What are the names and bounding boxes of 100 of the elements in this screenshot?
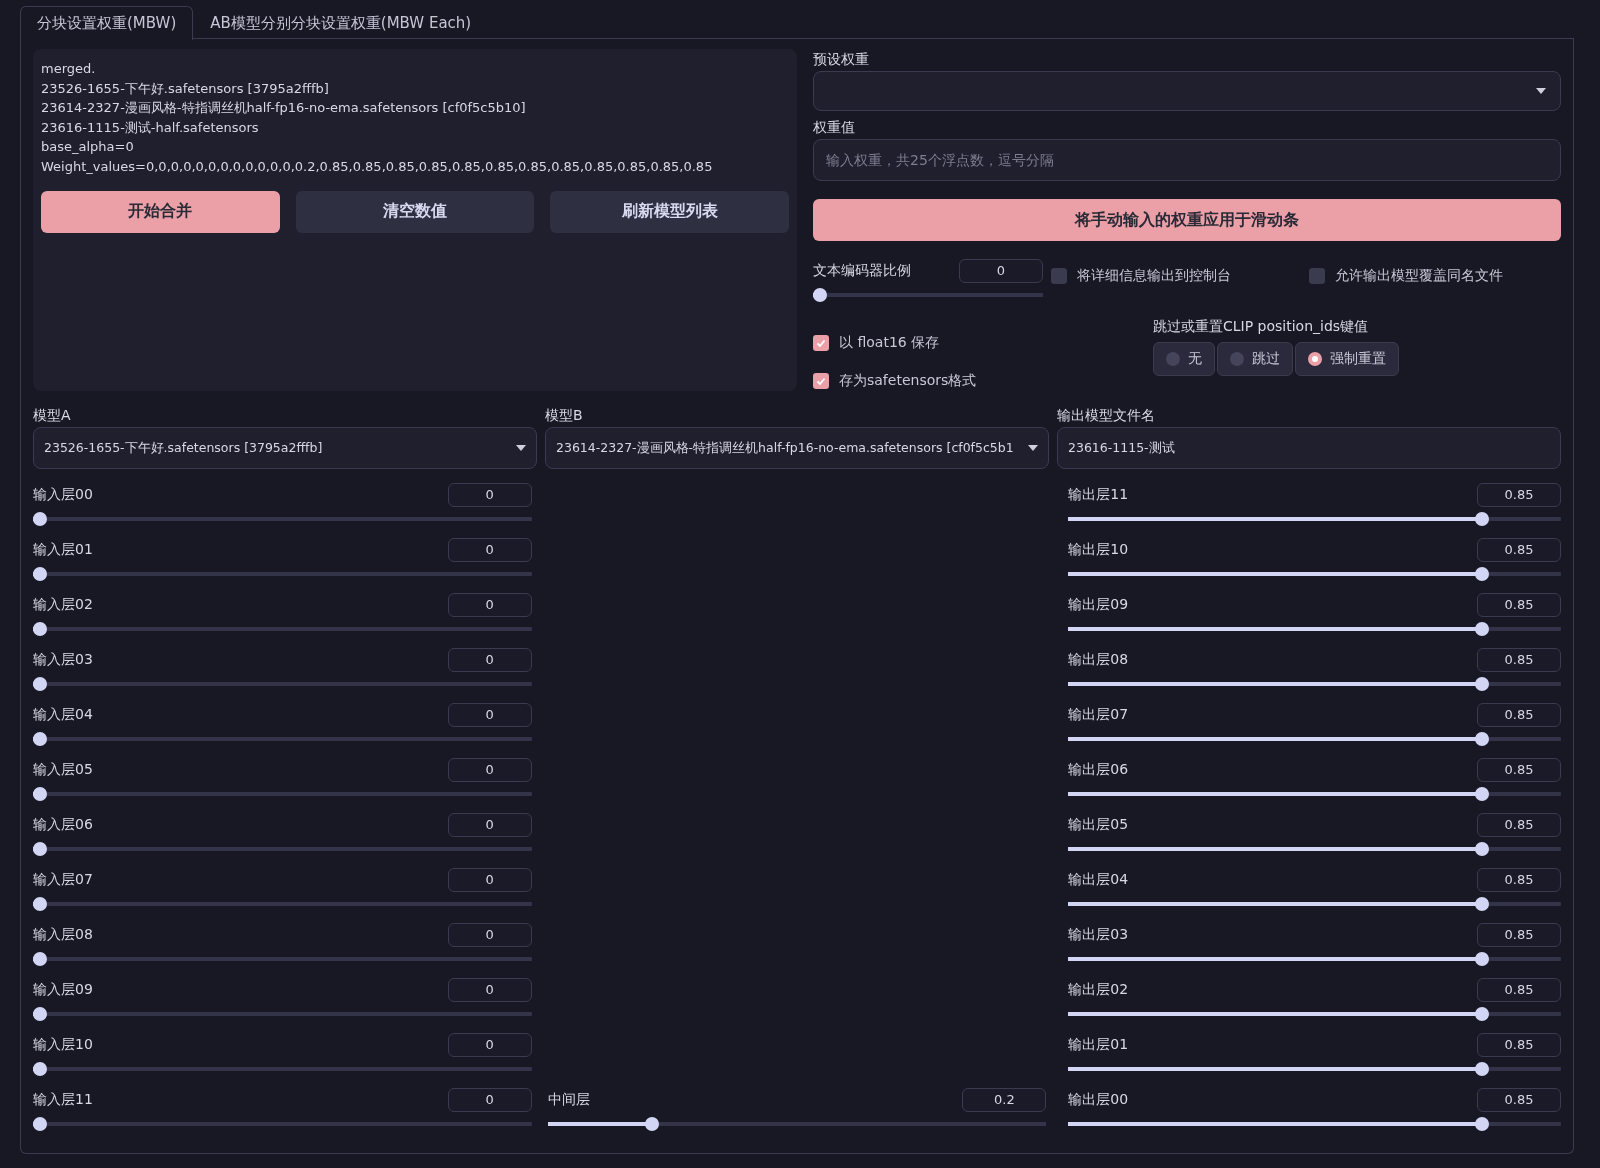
slider-label: 输出层04 [1068, 871, 1129, 889]
slider-thumb[interactable] [1475, 732, 1490, 746]
slider-thumb[interactable] [1475, 842, 1490, 856]
field-label: 模型B [545, 406, 584, 425]
slider-thumb[interactable] [33, 567, 47, 581]
slider-label: 输出层00 [1068, 1091, 1129, 1109]
slider-thumb[interactable] [33, 1062, 47, 1076]
number-field[interactable]: 0.85 [1477, 703, 1561, 727]
checkbox[interactable] [1309, 268, 1325, 284]
number-field[interactable]: 0 [447, 813, 532, 837]
slider-thumb[interactable] [33, 952, 47, 966]
slider-thumb[interactable] [1475, 512, 1490, 526]
checkbox[interactable] [813, 335, 829, 351]
slider-label: 输出层11 [1068, 486, 1129, 504]
slider-label: 输入层00 [33, 486, 93, 504]
weights-input[interactable]: 输入权重，共25个浮点数，逗号分隔 [813, 139, 1561, 181]
number-field[interactable]: 0 [447, 868, 532, 892]
tab[interactable]: 分块设置权重(MBW) [20, 6, 194, 40]
slider-thumb[interactable] [1475, 1007, 1490, 1021]
slider-thumb[interactable] [1475, 1062, 1490, 1076]
model-dropdown[interactable]: 23526-1655-下午好.safetensors [3795a2fffb] [33, 427, 537, 469]
slider-thumb[interactable] [813, 288, 827, 302]
number-field[interactable]: 0 [959, 259, 1043, 283]
slider-thumb[interactable] [33, 842, 47, 856]
slider-label: 输出层08 [1068, 651, 1129, 669]
slider-thumb[interactable] [1475, 622, 1490, 636]
slider-label: 输入层01 [33, 541, 93, 559]
number-field[interactable]: 0 [447, 593, 532, 617]
field-label: 模型A [33, 406, 72, 425]
action-button[interactable]: 刷新模型列表 [550, 190, 789, 233]
number-field[interactable]: 0 [447, 978, 532, 1002]
tab[interactable]: AB模型分别分块设置权重(MBW Each) [193, 6, 489, 38]
slider-label: 输入层10 [33, 1036, 93, 1054]
number-field[interactable]: 0 [447, 538, 532, 562]
number-field[interactable]: 0 [447, 758, 532, 782]
number-field[interactable]: 0.85 [1477, 648, 1561, 672]
action-button[interactable]: 清空数值 [295, 190, 535, 233]
caret-icon [516, 445, 526, 451]
number-field[interactable]: 0 [447, 703, 532, 727]
check-icon [815, 337, 827, 349]
number-field[interactable]: 0.85 [1477, 538, 1561, 562]
radio-option[interactable]: 跳过 [1217, 342, 1293, 376]
number-field[interactable]: 0.85 [1477, 813, 1561, 837]
number-field[interactable]: 0 [447, 923, 532, 947]
slider-label: 输出层10 [1068, 541, 1129, 559]
checkbox[interactable] [813, 373, 829, 389]
radio-option[interactable]: 强制重置 [1295, 342, 1399, 376]
number-field[interactable]: 0 [447, 1033, 532, 1057]
action-button[interactable]: 开始合并 [41, 190, 280, 233]
slider-thumb[interactable] [33, 1007, 47, 1021]
caret-icon [1536, 88, 1546, 94]
number-field[interactable]: 0 [447, 483, 532, 507]
number-field[interactable]: 0.2 [962, 1088, 1047, 1112]
log-line: 23526-1655-下午好.safetensors [3795a2fffb] [41, 79, 330, 98]
slider-thumb[interactable] [33, 512, 47, 526]
slider-thumb[interactable] [644, 1117, 659, 1131]
slider-thumb[interactable] [33, 787, 47, 801]
slider-thumb[interactable] [33, 677, 47, 691]
slider-label: 输出层02 [1068, 981, 1129, 999]
number-field[interactable]: 0.85 [1477, 978, 1561, 1002]
number-field[interactable]: 0 [447, 648, 532, 672]
slider-label: 输出层01 [1068, 1036, 1129, 1054]
radio-group-label: 跳过或重置CLIP position_ids键值 [1153, 318, 1370, 336]
slider-label: 输入层02 [33, 596, 93, 614]
slider-label: 输出层05 [1068, 816, 1129, 834]
slider-thumb[interactable] [1475, 952, 1490, 966]
radio-option[interactable]: 无 [1153, 342, 1215, 376]
slider-thumb[interactable] [1475, 897, 1490, 911]
log-line: Weight_values=0,0,0,0,0,0,0,0,0,0,0,0,0.2,0.85,0.85,0.85,0.85,0.85,0.85,0.85,0.85,0.85,0.85,0.85,0.85 [41, 157, 714, 176]
number-field[interactable]: 0.85 [1477, 868, 1561, 892]
slider-label: 输出层06 [1068, 761, 1129, 779]
number-field[interactable]: 0.85 [1477, 1088, 1561, 1112]
number-field[interactable]: 0.85 [1477, 923, 1561, 947]
number-field[interactable]: 0.85 [1477, 758, 1561, 782]
number-field[interactable]: 0.85 [1477, 1033, 1561, 1057]
field-label: 权重值 [813, 118, 856, 137]
slider-thumb[interactable] [33, 732, 47, 746]
filename-input[interactable]: 23616-1115-测试 [1057, 427, 1561, 469]
slider-label: 输出层03 [1068, 926, 1129, 944]
checkbox-label: 将详细信息输出到控制台 [1077, 267, 1231, 285]
slider-thumb[interactable] [33, 1117, 47, 1131]
slider-thumb[interactable] [1475, 787, 1490, 801]
model-dropdown[interactable]: 23614-2327-漫画风格-特指调丝机half-fp16-no-ema.safetensors [cf0f5c5b1 [545, 427, 1049, 469]
number-field[interactable]: 0 [447, 1088, 532, 1112]
slider-thumb[interactable] [33, 622, 47, 636]
log-line: merged. [41, 60, 97, 78]
field-label: 输出模型文件名 [1057, 406, 1156, 425]
number-field[interactable]: 0.85 [1477, 483, 1561, 507]
slider-thumb[interactable] [1475, 677, 1490, 691]
slider-thumb[interactable] [1475, 1117, 1490, 1131]
log-line: 23616-1115-测试-half.safetensors [41, 118, 260, 137]
slider-label: 输入层11 [33, 1091, 93, 1109]
checkbox[interactable] [1051, 268, 1067, 284]
slider-label: 输入层05 [33, 761, 93, 779]
slider-thumb[interactable] [33, 897, 47, 911]
slider-thumb[interactable] [1475, 567, 1490, 581]
number-field[interactable]: 0.85 [1477, 593, 1561, 617]
apply-button[interactable]: 将手动输入的权重应用于滑动条 [813, 199, 1561, 241]
slider-label: 文本编码器比例 [813, 262, 911, 280]
slider-label: 中间层 [547, 1091, 590, 1109]
